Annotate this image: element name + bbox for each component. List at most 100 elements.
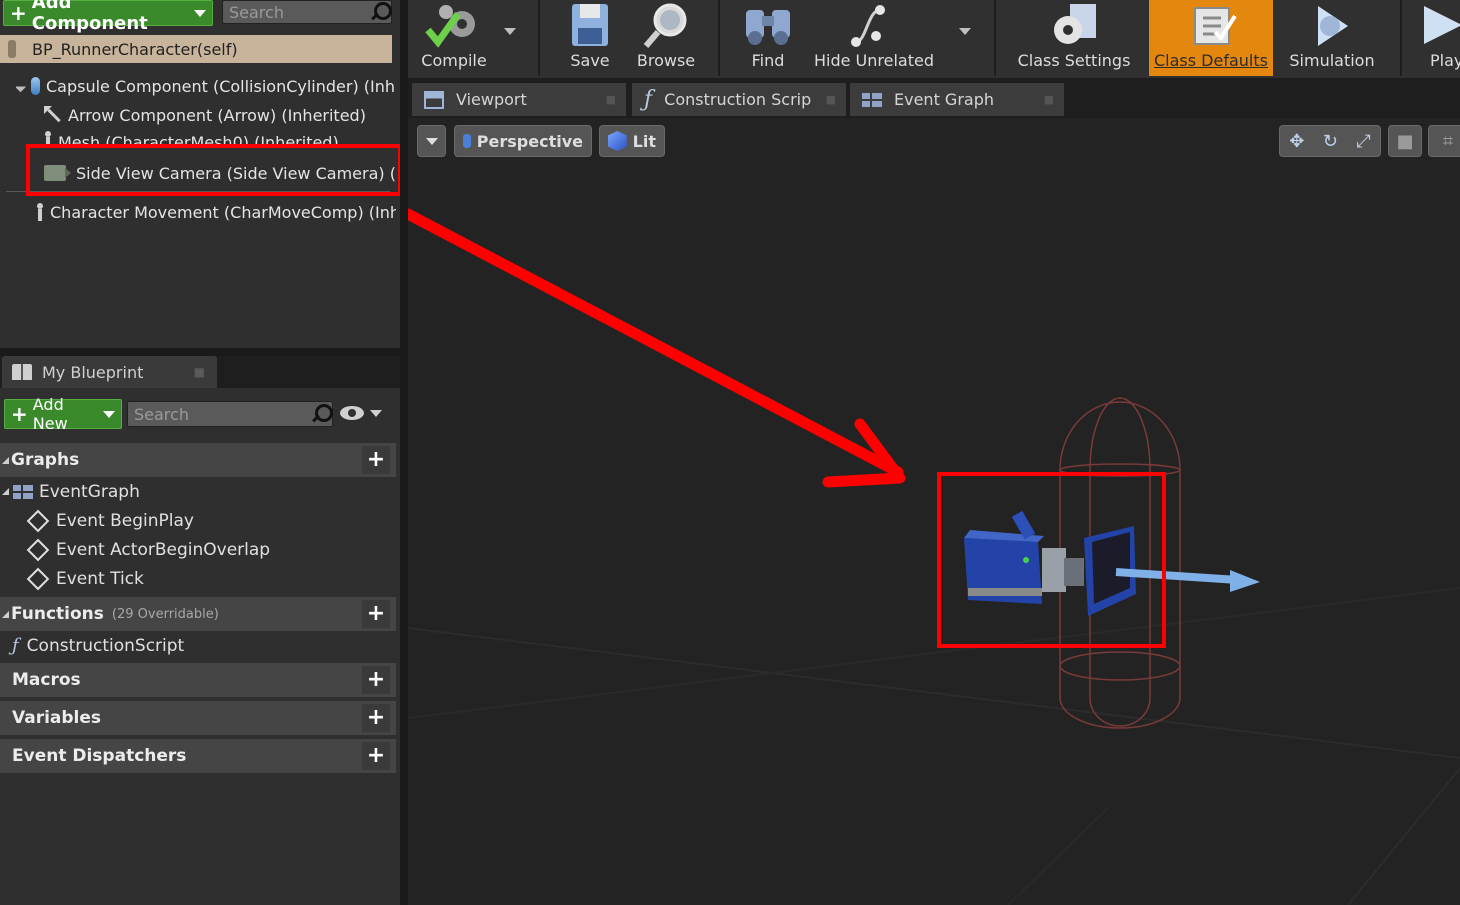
compile-check-gear-icon: [425, 5, 475, 48]
simulation-button[interactable]: Simulation: [1284, 0, 1380, 76]
panel-splitter[interactable]: [0, 348, 400, 356]
compile-button[interactable]: Compile: [412, 0, 496, 76]
components-search-placeholder: Search: [229, 2, 284, 22]
graph-item-event-tick[interactable]: Event Tick: [26, 564, 396, 593]
compile-options-chevron-icon[interactable]: [504, 28, 516, 35]
event-label: Event BeginPlay: [56, 510, 194, 531]
toolbar-separator: [994, 0, 996, 76]
collapse-triangle-icon[interactable]: [2, 488, 9, 495]
event-graph-label: EventGraph: [39, 481, 140, 502]
main-toolbar: Compile Save Browse Find Hide Unrelated …: [408, 0, 1460, 78]
component-self-row[interactable]: BP_RunnerCharacter(self): [0, 35, 392, 63]
plus-icon: +: [11, 402, 28, 426]
overridable-count: (29 Overridable): [111, 606, 219, 622]
component-item-arrow[interactable]: Arrow Component (Arrow) (Inherited): [44, 103, 396, 127]
close-icon[interactable]: ■: [194, 365, 205, 379]
movement-icon: [36, 203, 44, 221]
viewport-icon: [424, 90, 444, 109]
find-button[interactable]: Find: [734, 0, 802, 76]
chevron-down-icon: [103, 410, 115, 418]
chevron-down-icon: [370, 409, 382, 417]
annotation-highlight-box: [26, 144, 402, 196]
close-icon[interactable]: ■: [606, 93, 616, 106]
component-label: Capsule Component (CollisionCylinder) (I…: [46, 76, 396, 96]
hide-unrelated-options-chevron-icon[interactable]: [959, 28, 971, 35]
add-new-label: Add New: [32, 395, 68, 433]
add-variable-button[interactable]: +: [362, 704, 390, 732]
browse-magnifier-icon: [643, 3, 687, 48]
graph-item-event-actorbeginoverlap[interactable]: Event ActorBeginOverlap: [26, 535, 396, 564]
function-icon: ƒ: [644, 87, 653, 112]
tab-label: Event Graph: [894, 90, 994, 109]
class-defaults-button[interactable]: Class Defaults: [1149, 0, 1273, 76]
component-item-capsule[interactable]: Capsule Component (CollisionCylinder) (I…: [16, 74, 396, 98]
collapse-triangle-icon[interactable]: [2, 610, 9, 618]
simulation-play-icon: [1318, 6, 1348, 46]
toolbar-label: Play: [1430, 51, 1460, 70]
component-item-mesh[interactable]: Mesh (CharacterMesh0) (Inherited): [44, 131, 396, 145]
blueprint-search-placeholder: Search: [134, 404, 189, 424]
toolbar-label: Simulation: [1289, 51, 1375, 70]
mesh-icon: [44, 131, 52, 145]
toolbar-label: Save: [570, 51, 610, 70]
section-macros-label: Macros: [12, 670, 81, 690]
blueprint-icon: [8, 40, 16, 58]
event-label: Event Tick: [56, 568, 144, 589]
plus-icon: +: [10, 1, 27, 25]
column-splitter[interactable]: [400, 0, 408, 905]
tab-label: Construction Scrip: [664, 90, 812, 109]
add-function-button[interactable]: +: [362, 600, 390, 628]
expand-triangle-icon[interactable]: [16, 80, 27, 92]
section-functions[interactable]: Functions (29 Overridable) +: [0, 597, 396, 631]
toolbar-label: Class Settings: [1017, 51, 1131, 70]
view-options-button[interactable]: [340, 406, 382, 420]
self-label: BP_RunnerCharacter(self): [32, 39, 238, 59]
toolbar-separator: [718, 0, 720, 76]
add-graph-button[interactable]: +: [362, 446, 390, 474]
component-label: Character Movement (CharMoveComp) (Inh: [50, 202, 396, 222]
browse-button[interactable]: Browse: [630, 0, 702, 76]
hide-unrelated-nodes-icon: [851, 5, 885, 47]
function-label: ConstructionScript: [26, 635, 185, 656]
tab-label: Viewport: [456, 90, 527, 109]
search-icon: [369, 1, 392, 23]
class-defaults-checklist-icon: [1194, 7, 1237, 45]
graph-item-event-beginplay[interactable]: Event BeginPlay: [26, 506, 396, 535]
tab-my-blueprint[interactable]: My Blueprint ■: [2, 356, 217, 388]
close-icon[interactable]: ■: [826, 93, 836, 106]
tab-viewport[interactable]: Viewport ■: [412, 83, 626, 116]
my-blueprint-tab-label: My Blueprint: [42, 362, 144, 382]
section-variables[interactable]: Variables +: [0, 701, 396, 735]
component-item-character-movement[interactable]: Character Movement (CharMoveComp) (Inh: [30, 200, 396, 224]
tab-construction-script[interactable]: ƒ Construction Scrip ■: [632, 83, 846, 116]
save-button[interactable]: Save: [554, 0, 626, 76]
book-icon: [12, 364, 32, 380]
add-component-button[interactable]: + Add Component: [3, 0, 213, 34]
add-new-button[interactable]: + Add New: [4, 395, 122, 433]
section-graphs[interactable]: Graphs +: [0, 443, 396, 477]
annotation-overlay: [408, 208, 906, 488]
play-button[interactable]: Play: [1418, 0, 1460, 76]
event-icon: [26, 509, 50, 532]
tab-event-graph[interactable]: Event Graph ■: [850, 83, 1064, 116]
graph-item-eventgraph[interactable]: EventGraph: [0, 477, 396, 506]
find-binoculars-icon: [746, 10, 790, 45]
section-variables-label: Variables: [12, 708, 102, 728]
close-icon[interactable]: ■: [1044, 93, 1054, 106]
event-graph-icon: [862, 92, 882, 107]
viewport-canvas[interactable]: Perspective Lit ✥ ↻ ⤢ ■ ⌗: [408, 118, 1460, 905]
toolbar-label: Browse: [636, 51, 696, 70]
section-macros[interactable]: Macros +: [0, 663, 396, 697]
eye-icon: [340, 406, 364, 420]
components-search-input[interactable]: Search: [222, 0, 392, 24]
function-item-constructionscript[interactable]: ƒ ConstructionScript: [12, 631, 396, 660]
class-settings-button[interactable]: Class Settings: [1012, 0, 1136, 76]
annotation-highlight-box: [937, 472, 1166, 648]
section-event-dispatchers[interactable]: Event Dispatchers +: [0, 739, 396, 773]
add-macro-button[interactable]: +: [362, 666, 390, 694]
add-event-dispatcher-button[interactable]: +: [362, 742, 390, 770]
blueprint-search-input[interactable]: Search: [127, 401, 333, 427]
hide-unrelated-button[interactable]: Hide Unrelated: [812, 0, 936, 76]
toolbar-separator: [538, 0, 540, 76]
collapse-triangle-icon[interactable]: [2, 456, 9, 464]
